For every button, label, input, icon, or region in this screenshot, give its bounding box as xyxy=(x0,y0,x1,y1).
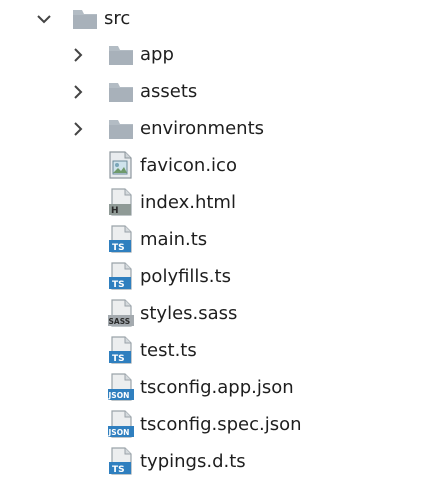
chevron-right-icon[interactable] xyxy=(70,47,86,63)
tree-item-label: test.ts xyxy=(140,340,197,361)
tree-item-tsconfig-app-json[interactable]: JSON tsconfig.app.json xyxy=(0,373,320,403)
tree-item-main-ts[interactable]: TS main.ts xyxy=(0,225,280,255)
tree-item-label: favicon.ico xyxy=(140,155,237,176)
tree-item-label: index.html xyxy=(140,192,236,213)
file-badge: TS xyxy=(112,280,125,290)
chevron-right-icon[interactable] xyxy=(70,84,86,100)
typescript-file-icon: TS xyxy=(109,447,132,475)
json-file-icon: JSON xyxy=(108,373,134,401)
tree-item-tsconfig-spec-json[interactable]: JSON tsconfig.spec.json xyxy=(0,410,330,440)
tree-item-favicon[interactable]: favicon.ico xyxy=(0,151,280,181)
image-file-icon xyxy=(109,151,132,179)
file-badge: JSON xyxy=(108,391,129,400)
tree-item-label: assets xyxy=(140,81,198,102)
tree-item-typings-d-ts[interactable]: TS typings.d.ts xyxy=(0,447,280,477)
tree-item-label: src xyxy=(104,8,131,29)
file-badge: TS xyxy=(112,465,125,475)
tree-item-test-ts[interactable]: TS test.ts xyxy=(0,336,280,366)
folder-icon xyxy=(109,120,133,139)
folder-icon xyxy=(109,46,133,65)
chevron-right-icon[interactable] xyxy=(70,121,86,137)
typescript-file-icon: TS xyxy=(109,262,132,290)
tree-item-label: app xyxy=(140,44,174,65)
tree-item-index-html[interactable]: H index.html xyxy=(0,188,280,218)
tree-item-label: tsconfig.app.json xyxy=(140,377,294,398)
file-badge: H xyxy=(111,206,119,216)
html-file-icon: H xyxy=(109,188,132,216)
tree-item-label: typings.d.ts xyxy=(140,451,246,472)
folder-icon xyxy=(73,10,97,29)
tree-item-assets[interactable]: assets xyxy=(0,77,260,107)
tree-item-app[interactable]: app xyxy=(0,40,260,70)
folder-icon xyxy=(109,83,133,102)
tree-item-label: tsconfig.spec.json xyxy=(140,414,302,435)
tree-item-label: styles.sass xyxy=(140,303,238,324)
typescript-file-icon: TS xyxy=(109,336,132,364)
typescript-file-icon: TS xyxy=(109,225,132,253)
tree-item-label: main.ts xyxy=(140,229,208,250)
file-badge: TS xyxy=(112,354,125,364)
tree-item-src[interactable]: src xyxy=(0,4,200,34)
sass-file-icon: SASS xyxy=(108,299,134,327)
json-file-icon: JSON xyxy=(108,410,134,438)
file-badge: JSON xyxy=(108,428,129,437)
file-badge: SASS xyxy=(109,317,131,326)
chevron-down-icon[interactable] xyxy=(36,11,52,27)
tree-item-polyfills-ts[interactable]: TS polyfills.ts xyxy=(0,262,280,292)
tree-item-label: environments xyxy=(140,118,265,139)
tree-item-environments[interactable]: environments xyxy=(0,114,300,144)
tree-item-label: polyfills.ts xyxy=(140,266,231,287)
file-badge: TS xyxy=(112,243,125,253)
file-explorer-tree: src app assets environments favicon.ico … xyxy=(0,0,443,480)
tree-item-styles-sass[interactable]: SASS styles.sass xyxy=(0,299,280,329)
